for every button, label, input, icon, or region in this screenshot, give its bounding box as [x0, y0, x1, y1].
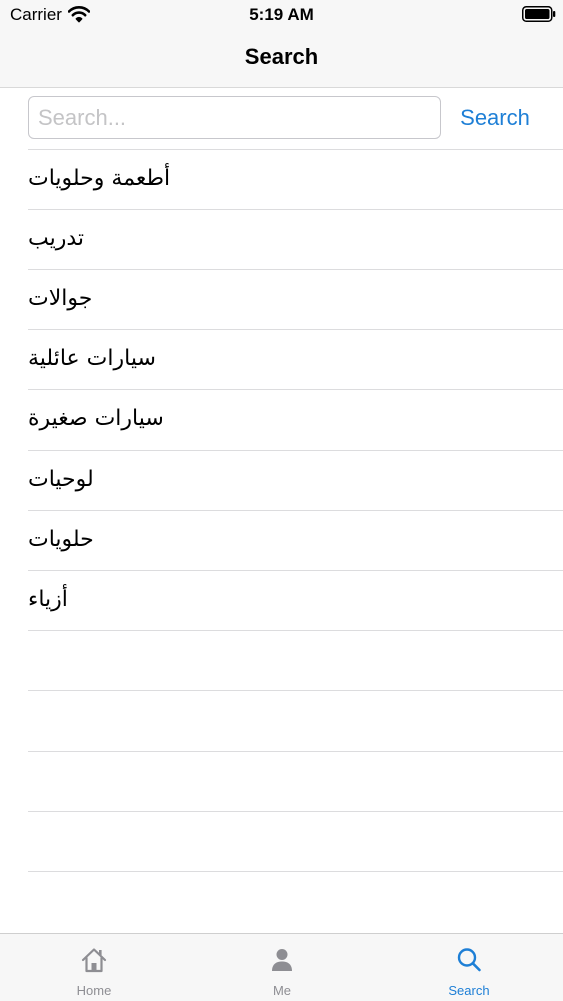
list-item[interactable]: سيارات عائلية — [0, 329, 563, 389]
tab-search-label: Search — [448, 983, 490, 998]
tab-me-label: Me — [272, 983, 292, 998]
empty-row — [0, 630, 563, 690]
row-separator — [28, 690, 563, 691]
row-separator — [28, 630, 563, 631]
empty-row — [0, 690, 563, 750]
list-item-label: جوالات — [28, 286, 93, 311]
tab-bar: Home Me Search — [0, 933, 563, 1001]
row-separator — [28, 510, 563, 511]
list-item[interactable]: أطعمة وحلويات — [0, 149, 563, 209]
tab-search[interactable]: Search — [375, 934, 563, 1001]
search-button[interactable]: Search — [452, 96, 538, 139]
list-item-label: لوحيات — [28, 467, 94, 492]
tab-me[interactable]: Me — [188, 934, 376, 1001]
row-separator — [28, 269, 563, 270]
row-separator — [28, 811, 563, 812]
row-separator — [28, 209, 563, 210]
list-item[interactable]: أزياء — [0, 570, 563, 630]
row-separator — [28, 450, 563, 451]
battery-icon — [522, 6, 556, 22]
list-item-label: أزياء — [28, 587, 68, 612]
tab-home[interactable]: Home — [0, 934, 188, 1001]
row-separator — [28, 751, 563, 752]
search-input[interactable] — [28, 96, 441, 139]
list-item-label: سيارات عائلية — [28, 346, 156, 371]
status-bar: Carrier 5:19 AM — [0, 0, 563, 30]
person-icon — [268, 946, 296, 974]
search-row: Search — [0, 88, 563, 149]
page-title: Search — [244, 44, 319, 69]
list-item-label: حلويات — [28, 527, 94, 552]
empty-row — [0, 811, 563, 871]
list-item-label: أطعمة وحلويات — [28, 166, 171, 191]
empty-row — [0, 751, 563, 811]
search-icon — [455, 946, 483, 974]
empty-row — [0, 871, 563, 931]
list-item[interactable]: لوحيات — [0, 450, 563, 510]
list-item-label: تدريب — [28, 226, 85, 251]
navigation-bar: Search — [0, 30, 563, 88]
list-item-label: سيارات صغيرة — [28, 406, 164, 431]
row-separator — [28, 570, 563, 571]
list-item[interactable]: تدريب — [0, 209, 563, 269]
home-icon — [80, 946, 108, 974]
list-item[interactable]: جوالات — [0, 269, 563, 329]
row-separator — [28, 871, 563, 872]
list-item[interactable]: حلويات — [0, 510, 563, 570]
clock-time: 5:19 AM — [249, 5, 314, 24]
list-item[interactable]: سيارات صغيرة — [0, 389, 563, 449]
tab-home-label: Home — [76, 983, 112, 998]
